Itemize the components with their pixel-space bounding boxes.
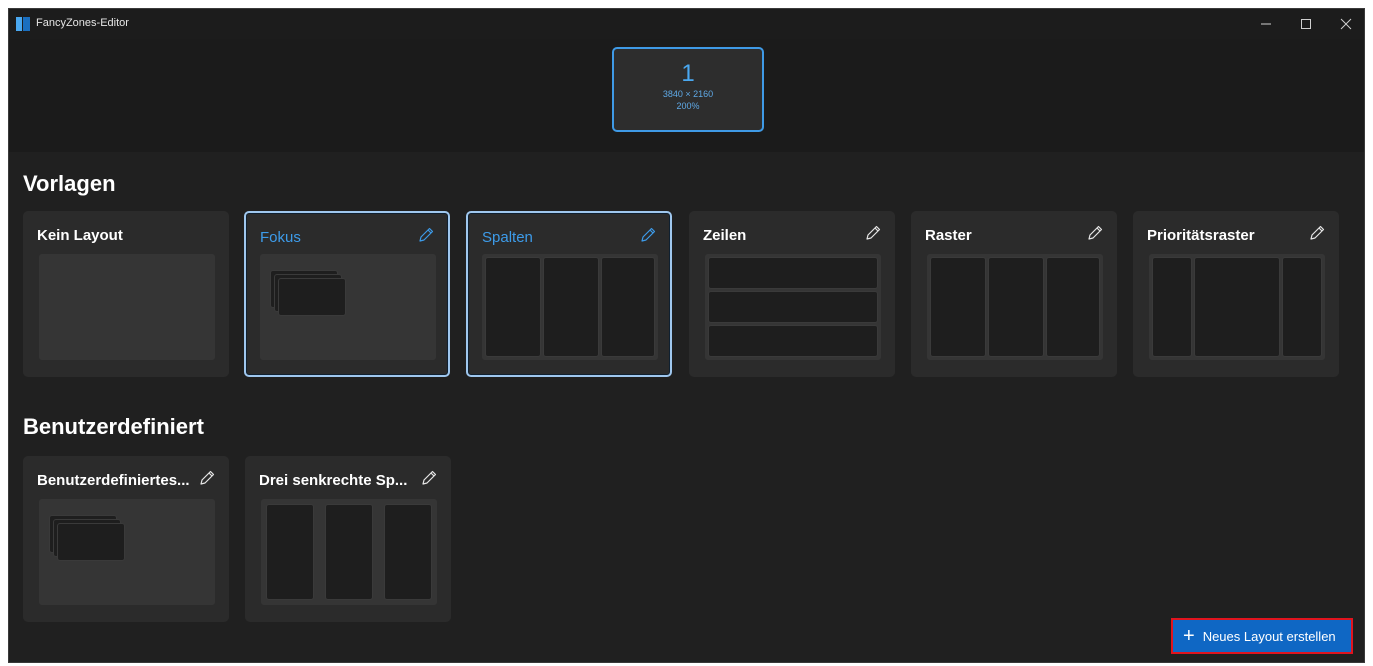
template-card-focus[interactable]: Fokus <box>244 211 450 377</box>
close-button[interactable] <box>1326 9 1364 39</box>
create-new-layout-label: Neues Layout erstellen <box>1202 628 1336 644</box>
layout-preview-three-columns <box>261 499 437 605</box>
monitor-1[interactable]: 1 3840 × 2160 200% <box>612 47 764 132</box>
template-card-priority-grid[interactable]: Prioritätsraster <box>1133 211 1339 377</box>
template-card-rows[interactable]: Zeilen <box>689 211 895 377</box>
template-label: Prioritätsraster <box>1147 227 1255 244</box>
custom-layout-label: Drei senkrechte Sp... <box>259 472 408 489</box>
templates-heading: Vorlagen <box>23 171 116 196</box>
template-card-no-layout[interactable]: Kein Layout <box>23 211 229 377</box>
edit-pencil-icon[interactable] <box>1308 224 1326 242</box>
template-label: Zeilen <box>703 227 747 244</box>
edit-pencil-icon[interactable] <box>639 226 657 244</box>
monitor-area: 1 3840 × 2160 200% <box>9 39 1364 152</box>
edit-pencil-icon[interactable] <box>864 224 882 242</box>
template-card-columns[interactable]: Spalten <box>466 211 672 377</box>
fancyzones-window: FancyZones-Editor 1 3840 × 2160 200% Vor… <box>8 8 1365 663</box>
edit-pencil-icon[interactable] <box>420 469 438 487</box>
layout-preview-grid <box>927 254 1103 360</box>
layout-preview-rows <box>705 254 881 360</box>
custom-layout-card-2[interactable]: Drei senkrechte Sp... <box>245 456 451 622</box>
minimize-icon <box>1261 23 1271 25</box>
minimize-button[interactable] <box>1246 9 1286 39</box>
maximize-button[interactable] <box>1286 9 1326 39</box>
title-bar: FancyZones-Editor <box>9 9 1364 39</box>
layout-preview-priority-grid <box>1149 254 1325 360</box>
plus-icon: + <box>1183 625 1195 647</box>
create-new-layout-button[interactable]: + Neues Layout erstellen <box>1171 618 1353 654</box>
layout-preview-focus <box>260 254 436 360</box>
fancyzones-app-icon <box>16 17 30 31</box>
template-label: Raster <box>925 227 972 244</box>
layout-preview-empty <box>39 254 215 360</box>
monitor-resolution: 3840 × 2160 <box>662 89 714 99</box>
close-icon <box>1340 18 1352 30</box>
template-card-grid[interactable]: Raster <box>911 211 1117 377</box>
template-label: Spalten <box>482 229 533 246</box>
monitor-scale: 200% <box>676 101 700 111</box>
layout-preview-custom-focus <box>39 499 215 605</box>
window-title: FancyZones-Editor <box>36 17 129 29</box>
custom-heading: Benutzerdefiniert <box>23 414 204 439</box>
edit-pencil-icon[interactable] <box>198 469 216 487</box>
edit-pencil-icon[interactable] <box>417 226 435 244</box>
template-label: Fokus <box>260 229 301 246</box>
custom-layout-card-1[interactable]: Benutzerdefiniertes... <box>23 456 229 622</box>
edit-pencil-icon[interactable] <box>1086 224 1104 242</box>
layout-preview-columns <box>482 254 658 360</box>
monitor-number: 1 <box>681 60 695 87</box>
template-label: Kein Layout <box>37 227 123 244</box>
maximize-icon <box>1301 19 1311 29</box>
custom-layout-label: Benutzerdefiniertes... <box>37 472 190 489</box>
